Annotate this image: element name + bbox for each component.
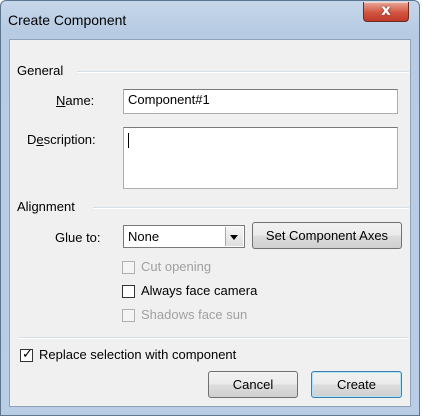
window-title: Create Component (8, 12, 127, 28)
alignment-divider (93, 207, 409, 209)
general-divider (77, 71, 409, 73)
general-group-label: General (17, 63, 64, 78)
dialog-body: General Name: Component#1 Description: A… (9, 39, 411, 407)
close-button[interactable]: x (363, 1, 409, 22)
close-icon: x (381, 1, 391, 19)
name-label: Name: (56, 93, 95, 108)
shadows-face-sun-label: Shadows face sun (141, 307, 248, 322)
description-textarea[interactable] (123, 127, 398, 189)
checkmark-icon: ✓ (22, 347, 33, 362)
cut-opening-label: Cut opening (141, 259, 212, 274)
alignment-group-label: Alignment (17, 199, 75, 214)
description-label: Description: (27, 132, 96, 147)
glue-to-value: None (128, 229, 160, 244)
name-input-value: Component#1 (128, 92, 210, 107)
dropdown-button[interactable] (225, 227, 243, 246)
glue-to-label: Glue to: (55, 230, 101, 245)
create-button[interactable]: Create (311, 371, 402, 398)
always-face-camera-label: Always face camera (141, 283, 258, 298)
always-face-camera-checkbox[interactable] (122, 285, 135, 298)
set-component-axes-button[interactable]: Set Component Axes (252, 222, 402, 249)
glue-to-select[interactable]: None (123, 225, 245, 248)
replace-selection-label: Replace selection with component (39, 347, 237, 362)
replace-selection-checkbox[interactable]: ✓ (20, 347, 33, 362)
shadows-face-sun-checkbox[interactable] (122, 309, 135, 322)
create-component-dialog: Create Component x General Name: Compone… (0, 0, 420, 416)
title-bar[interactable]: Create Component x (1, 1, 419, 39)
chevron-down-icon (230, 235, 238, 240)
cancel-button[interactable]: Cancel (208, 371, 298, 398)
cut-opening-checkbox[interactable] (122, 261, 135, 274)
text-caret (128, 133, 129, 148)
footer-divider (18, 337, 409, 339)
name-input[interactable]: Component#1 (123, 89, 398, 114)
